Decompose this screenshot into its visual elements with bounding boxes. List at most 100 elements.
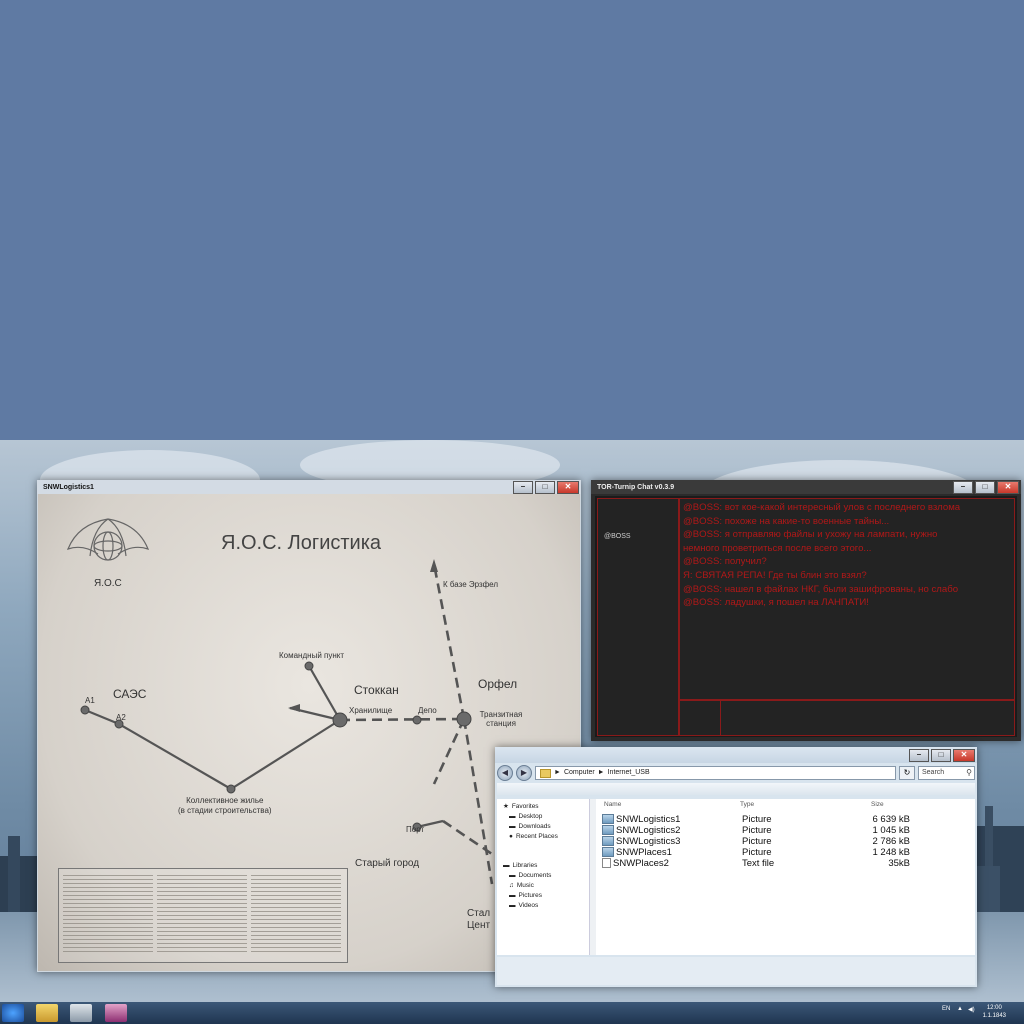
libraries-group[interactable]: ▬ Libraries [497,859,589,870]
command-bar [497,783,975,795]
address-bar[interactable]: ► Computer ► Internet_USB [535,766,896,780]
file-explorer-taskbar-icon[interactable] [36,1004,58,1022]
desktop-icon: ▬ [509,813,516,820]
file-type: Picture [742,847,772,858]
show-hidden-icons-icon[interactable]: ▲ [957,1006,963,1012]
printer-taskbar-icon[interactable] [70,1004,92,1022]
label-transit-station: Транзитная станция [479,710,523,728]
star-icon: ★ [503,803,509,810]
minimize-button[interactable]: – [953,480,973,494]
scrollbar[interactable] [589,799,596,955]
user-list-item[interactable]: @BOSS [598,533,678,540]
close-button[interactable]: ✕ [997,480,1019,494]
back-button[interactable]: ◀ [497,765,513,781]
maximize-button[interactable]: □ [931,748,951,762]
picture-file-icon [602,825,614,836]
label-a2: А2 [116,713,126,722]
nav-label: Recent Places [515,833,558,840]
nav-item-documents[interactable]: ▬ Documents [497,870,589,880]
picture-file-icon [602,814,614,825]
close-button[interactable]: ✕ [953,748,975,762]
column-header-size[interactable]: Size [871,801,884,808]
yos-emblem [66,518,150,561]
nav-item-pictures[interactable]: ▬ Pictures [497,890,589,900]
label-saes: САЭС [113,687,147,701]
clock-date: 1.1.1843 [982,1013,1006,1019]
chat-message: @BOSS: ладушки, я пошел на ЛАНПАТИ! [683,597,869,609]
chat-input-area[interactable] [679,700,1015,736]
close-button[interactable]: ✕ [557,480,579,494]
maximize-button[interactable]: □ [975,480,995,494]
file-size: 1 248 kB [872,847,911,858]
node-command-post [304,661,314,671]
details-pane [497,957,975,985]
chat-message: Я: СВЯТАЯ РЕПА! Где ты блин это взял? [683,569,867,581]
user-list-panel: @BOSS [597,498,679,736]
nav-item-videos[interactable]: ▬ Videos [497,900,589,910]
maximize-button[interactable]: □ [535,480,555,494]
language-indicator[interactable]: EN [942,1006,950,1012]
videos-icon: ▬ [509,902,516,909]
nav-item-downloads[interactable]: ▬ Downloads [497,821,589,831]
nav-item-music[interactable]: ♫ Music [497,880,589,890]
volume-icon[interactable]: ◀) [968,1006,975,1013]
file-type: Text file [742,858,775,869]
start-button[interactable] [2,1004,24,1022]
nav-label: Videos [518,902,539,909]
file-row[interactable]: SNWLogistics2 Picture 1 045 kB [602,825,972,836]
taskbar: EN ▲ ◀) 12:00 1.1.1843 [0,1002,1024,1024]
breadcrumb-separator: ► [597,769,605,776]
breadcrumb-internet-usb[interactable]: Internet_USB [608,767,650,779]
breadcrumb-computer[interactable]: Computer [564,767,595,779]
file-type: Picture [742,825,772,836]
forward-button[interactable]: ▶ [516,765,532,781]
folder-icon [540,768,551,778]
pictures-icon: ▬ [509,892,516,899]
file-row[interactable]: SNWPlaces1 Picture 1 248 kB [602,847,972,858]
nav-item-desktop[interactable]: ▬ Desktop [497,811,589,821]
search-icon: ⚲ [966,768,972,777]
picture-file-icon [602,836,614,847]
send-button[interactable] [680,701,721,735]
file-explorer-window[interactable]: – □ ✕ ◀ ▶ ► Computer ► Internet_USB ↻ Se… [495,747,977,987]
app-taskbar-icon[interactable] [105,1004,127,1022]
file-size: 35kB [888,858,910,869]
favorites-group[interactable]: ★ Favorites [497,799,589,811]
music-icon: ♫ [509,882,514,889]
minimize-button[interactable]: – [909,748,929,762]
minimize-button[interactable]: – [513,480,533,494]
file-row[interactable]: SNWLogistics3 Picture 2 786 kB [602,836,972,847]
refresh-button[interactable]: ↻ [899,766,915,780]
chat-message: немного проветриться после всего этого..… [683,542,872,554]
title-bar[interactable]: SNWLogistics1 – □ ✕ [37,480,581,494]
message-input[interactable] [721,701,1014,735]
label-stokkan: Стоккан [354,683,399,697]
window-title: TOR-Turnip Chat v0.3.9 [597,483,675,491]
node-housing [226,784,236,794]
chat-window[interactable]: TOR-Turnip Chat v0.3.9 – □ ✕ @BOSS @BOSS… [591,480,1021,741]
search-input[interactable]: Search ⚲ [918,766,975,780]
libraries-label: Libraries [512,862,538,869]
column-header-name[interactable]: Name [604,801,621,808]
file-list: Name Type Size SNWLogistics1 Picture 6 6… [596,799,975,955]
clock-time: 12:00 [986,1005,1002,1011]
text-file-icon [602,858,611,869]
title-bar[interactable]: TOR-Turnip Chat v0.3.9 – □ ✕ [591,480,1021,494]
label-port: Порт [406,825,425,834]
node-storage [332,712,348,728]
chat-log: @BOSS: вот кое-какой интересный улов с п… [679,498,1015,700]
chat-message: @BOSS: получил? [683,556,767,568]
nav-item-recent-places[interactable]: ● Recent Places [497,831,589,841]
column-header-type[interactable]: Type [740,801,754,808]
map-title: Я.О.С. Логистика [221,532,382,554]
documents-icon: ▬ [509,872,516,879]
file-row[interactable]: SNWLogistics1 Picture 6 639 kB [602,814,972,825]
label-to-base: К базе Эрзфел [443,580,499,589]
clock[interactable]: 12:00 1.1.1843 [983,1004,1006,1020]
nav-label: Downloads [518,823,551,830]
file-row[interactable]: SNWPlaces2 Text file 35kB [602,858,972,869]
file-name: SNWLogistics3 [616,836,681,847]
file-size: 1 045 kB [872,825,911,836]
title-bar[interactable]: – □ ✕ [495,747,977,763]
chat-message: @BOSS: нашел в файлах НКГ, были зашифров… [683,583,959,595]
